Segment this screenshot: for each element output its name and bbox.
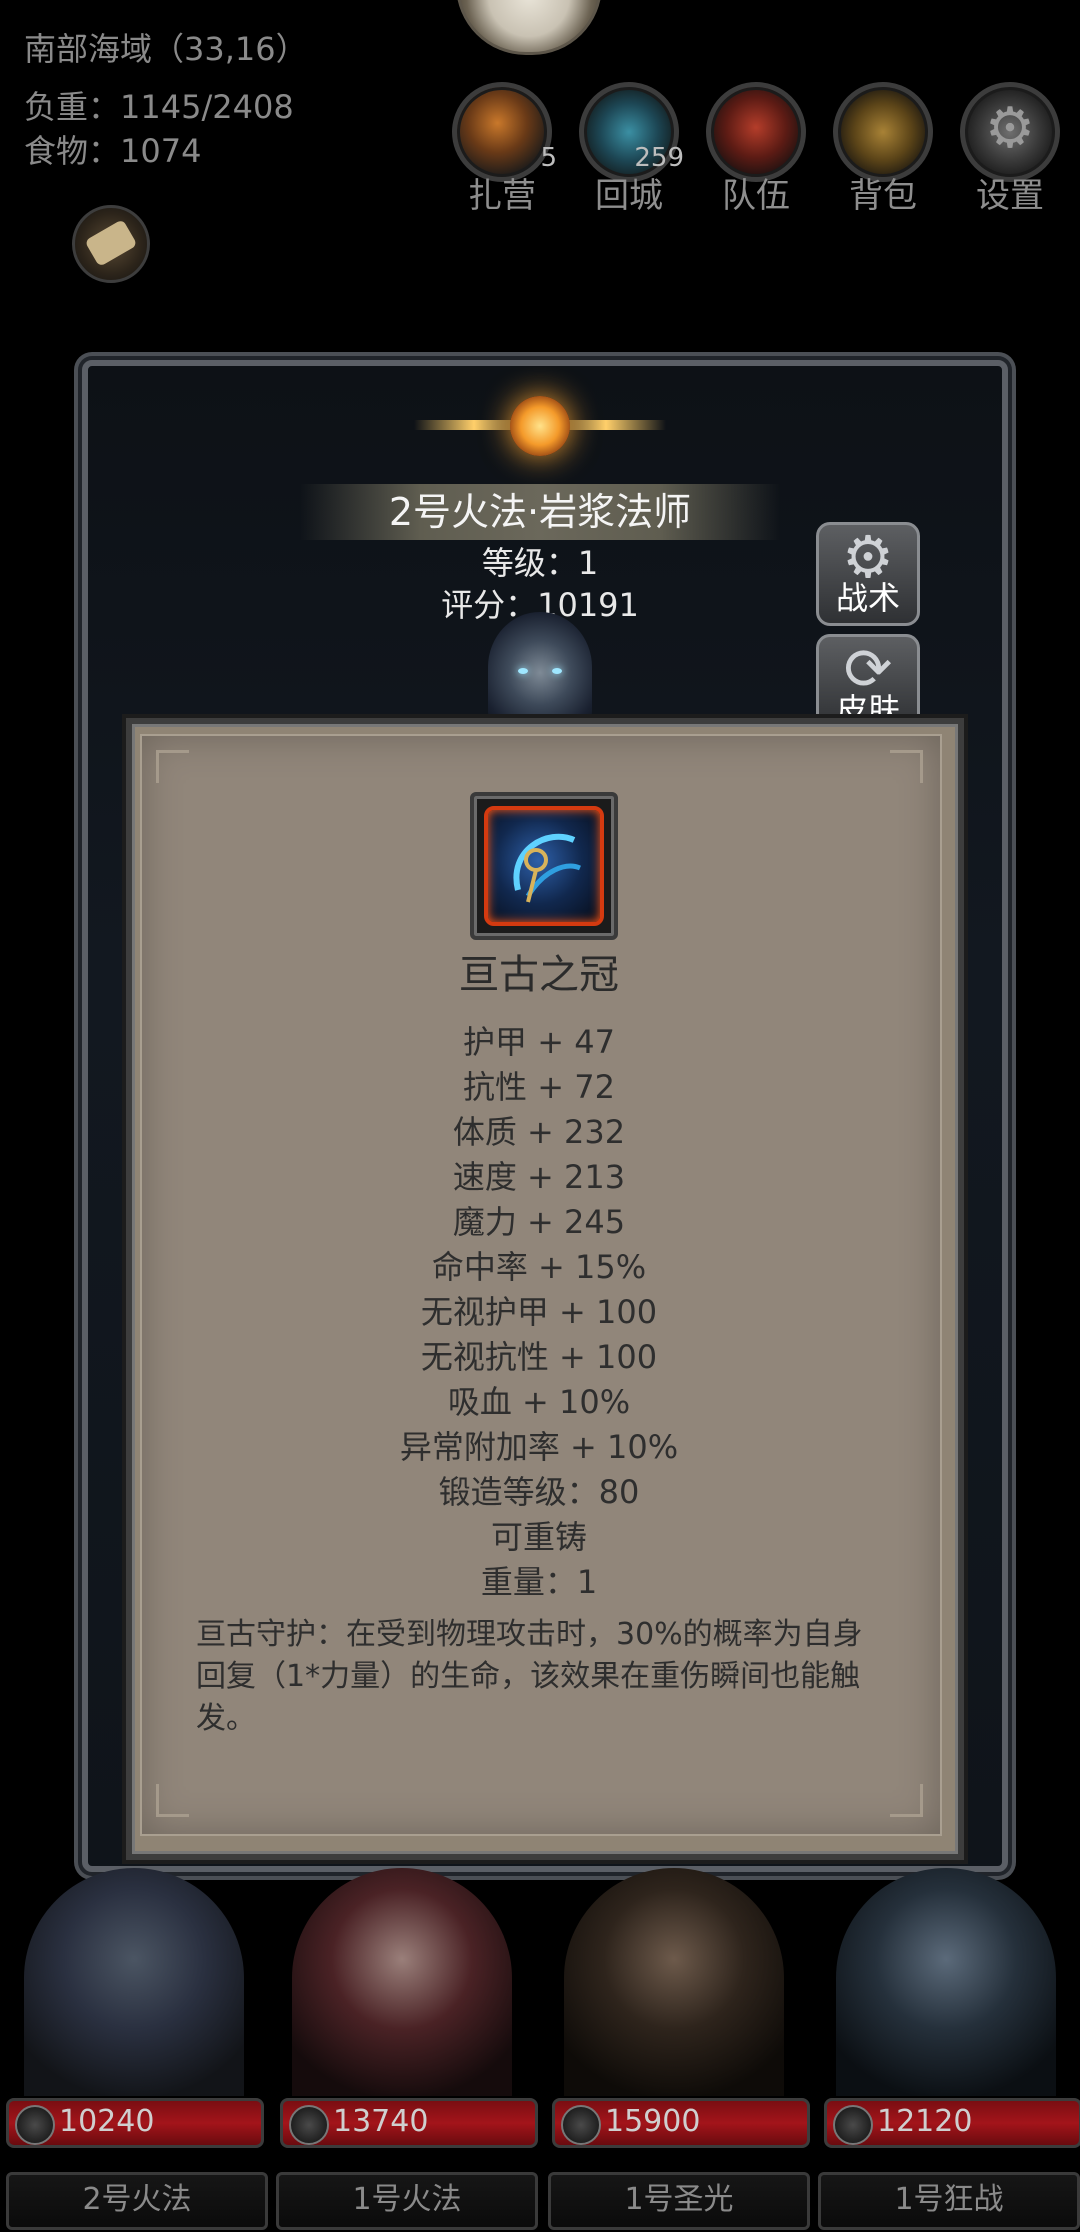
- food-value: 1074: [120, 132, 202, 170]
- item-stat: 护甲 + 47: [463, 1023, 615, 1061]
- power-value: 15900: [605, 2104, 701, 2139]
- food-display: 食物：1074: [24, 126, 201, 172]
- party-member-name[interactable]: 2号火法: [6, 2172, 268, 2230]
- party-member-name[interactable]: 1号狂战: [818, 2172, 1080, 2230]
- party-member-name[interactable]: 1号火法: [276, 2172, 538, 2230]
- food-label: 食物：: [24, 132, 121, 170]
- item-stat: 抗性 + 72: [463, 1068, 615, 1106]
- scroll-button[interactable]: [72, 205, 150, 283]
- power-icon: [833, 2105, 873, 2145]
- gear-icon: [960, 82, 1060, 182]
- weight-label: 负重：: [24, 88, 121, 126]
- item-stat: 无视抗性 + 100: [420, 1338, 658, 1376]
- party-member-portrait[interactable]: [4, 1868, 264, 2096]
- item-stat: 吸血 + 10%: [447, 1383, 631, 1421]
- bag-button[interactable]: 背包: [833, 82, 933, 217]
- team-label: 队伍: [722, 176, 790, 216]
- item-stat: 体质 + 232: [452, 1113, 626, 1151]
- chest-icon: [833, 82, 933, 182]
- party-member-portrait[interactable]: [544, 1868, 804, 2096]
- skin-button[interactable]: ⟳ 皮肤: [816, 634, 920, 730]
- item-stat: 重量：1: [480, 1563, 598, 1601]
- power-icon: [15, 2105, 55, 2145]
- tactics-label: 战术: [835, 579, 900, 617]
- player-avatar[interactable]: [456, 0, 602, 55]
- party-member-portrait[interactable]: [816, 1868, 1076, 2096]
- location-text: 南部海域（33,16）: [24, 30, 308, 68]
- corner-ornament: [890, 1784, 923, 1817]
- item-name: 亘古之冠: [459, 952, 619, 998]
- hero-level: 等级：1: [481, 544, 599, 582]
- town-label: 回城: [595, 176, 663, 216]
- power-value: 13740: [333, 2104, 429, 2139]
- settings-label: 设置: [976, 176, 1044, 216]
- hero-portrait: [488, 612, 592, 722]
- power-bar: 10240: [6, 2098, 264, 2148]
- power-bar: 12120: [824, 2098, 1080, 2148]
- scroll-icon: [84, 219, 138, 267]
- power-bar: 15900: [552, 2098, 810, 2148]
- item-stat: 异常附加率 + 10%: [399, 1428, 679, 1466]
- crown-icon: [484, 806, 604, 926]
- portal-icon: 259: [579, 82, 684, 182]
- banner-icon: [706, 82, 806, 182]
- camp-label: 扎营: [468, 176, 536, 216]
- settings-button[interactable]: 设置: [960, 82, 1060, 217]
- hero-name: 2号火法·岩浆法师: [388, 490, 692, 534]
- power-icon: [561, 2105, 601, 2145]
- campfire-icon: 5: [452, 82, 557, 182]
- power-value: 10240: [59, 2104, 155, 2139]
- item-stat: 魔力 + 245: [452, 1203, 626, 1241]
- weight-display: 负重：1145/2408: [24, 82, 294, 128]
- power-bar: 13740: [280, 2098, 538, 2148]
- item-stat: 可重铸: [490, 1518, 587, 1556]
- tactics-button[interactable]: ⚙ 战术: [816, 522, 920, 626]
- item-description: 亘古守护：在受到物理攻击时，30%的概率为自身回复（1*力量）的生命，该效果在重…: [196, 1617, 863, 1736]
- team-button[interactable]: 队伍: [706, 82, 806, 217]
- return-town-button[interactable]: 259 回城: [579, 82, 684, 217]
- party-member-portrait[interactable]: [272, 1868, 532, 2096]
- power-icon: [289, 2105, 329, 2145]
- item-stat: 锻造等级：80: [438, 1473, 640, 1511]
- item-stat: 无视护甲 + 100: [420, 1293, 658, 1331]
- item-stat: 命中率 + 15%: [431, 1248, 647, 1286]
- corner-ornament: [890, 750, 923, 783]
- sun-emblem-icon: [414, 378, 666, 474]
- weight-value: 1145/2408: [120, 88, 294, 126]
- party-member-name[interactable]: 1号圣光: [548, 2172, 810, 2230]
- bag-label: 背包: [849, 176, 917, 216]
- item-stat: 速度 + 213: [452, 1158, 626, 1196]
- corner-ornament: [156, 1784, 189, 1817]
- camp-button[interactable]: 5 扎营: [452, 82, 557, 217]
- corner-ornament: [156, 750, 189, 783]
- power-value: 12120: [877, 2104, 973, 2139]
